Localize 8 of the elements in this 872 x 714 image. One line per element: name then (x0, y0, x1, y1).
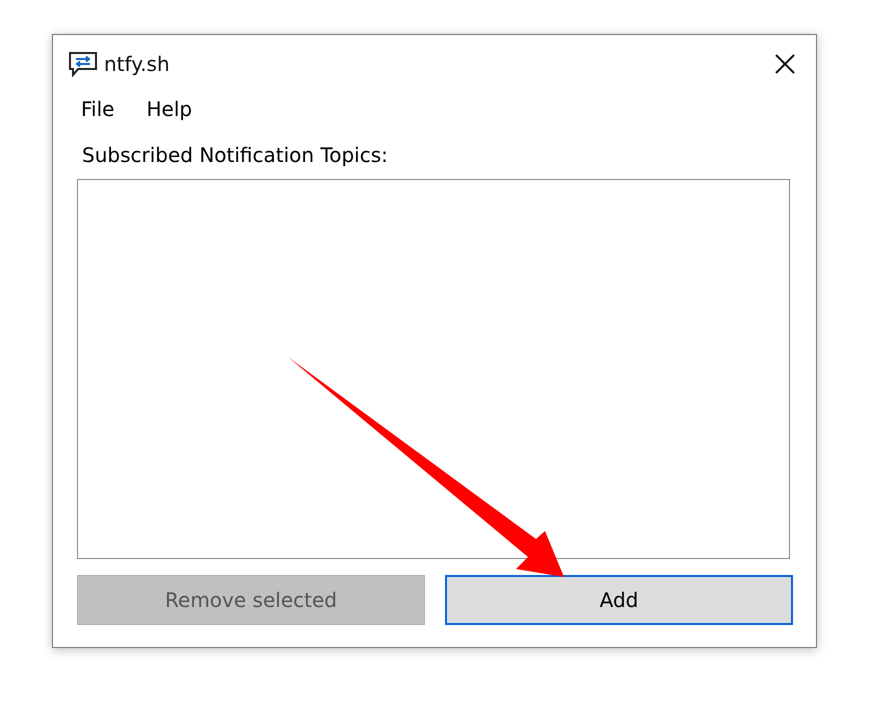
add-button[interactable]: Add (445, 575, 793, 625)
chat-bubble-icon (68, 51, 98, 77)
list-label: Subscribed Notification Topics: (81, 142, 389, 169)
window-title: ntfy.sh (104, 52, 171, 76)
topic-list[interactable] (77, 179, 790, 559)
menu-item[interactable]: Help (146, 97, 192, 133)
close-icon[interactable] (774, 53, 796, 75)
menu-item[interactable]: File (81, 97, 114, 133)
